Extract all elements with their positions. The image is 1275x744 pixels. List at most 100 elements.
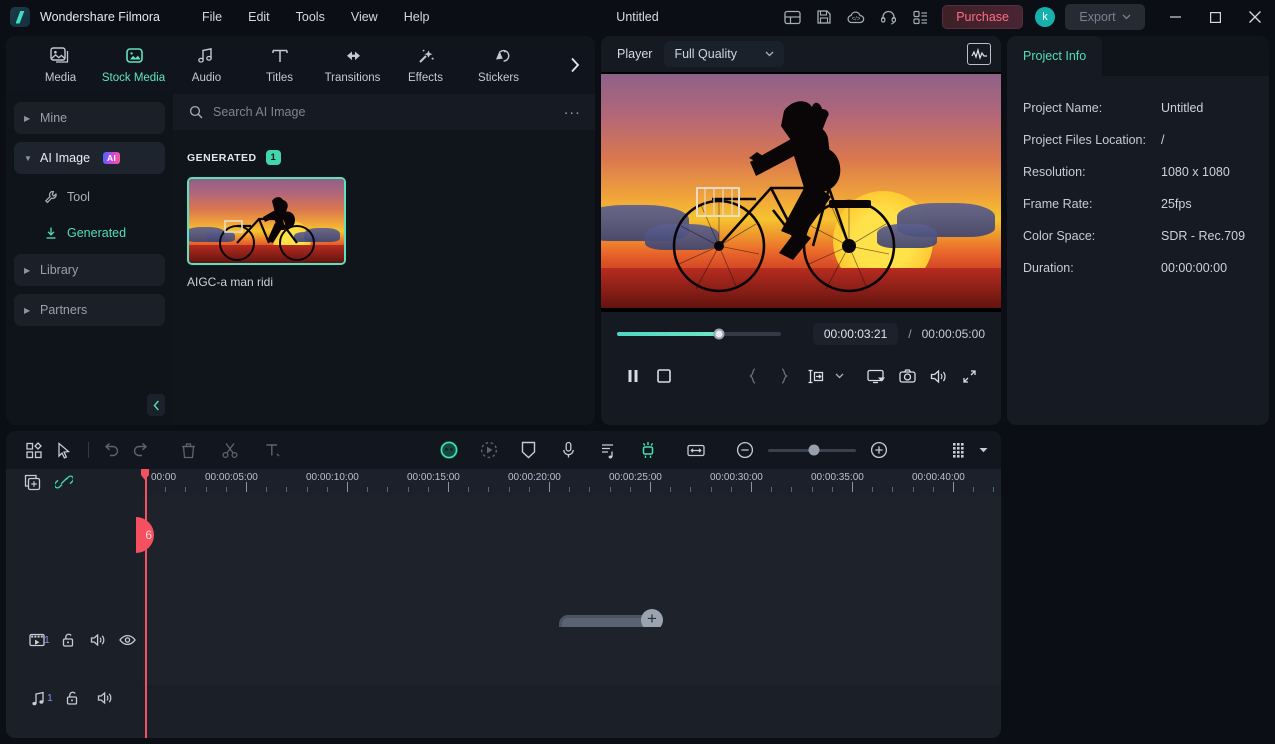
tab-media[interactable]: Media	[24, 46, 97, 84]
split-button[interactable]	[800, 360, 831, 392]
menu-help[interactable]: Help	[392, 6, 442, 28]
asset-thumbnail[interactable]	[187, 177, 346, 265]
maximize-button[interactable]	[1195, 0, 1235, 34]
undo-icon	[102, 442, 120, 458]
shield-mask-icon	[521, 441, 536, 459]
screen-mode-button[interactable]	[860, 360, 891, 392]
video-track-lane[interactable]	[143, 627, 1001, 685]
apps-grid-icon[interactable]	[904, 0, 936, 34]
text-button[interactable]	[258, 435, 288, 465]
track-options-button[interactable]	[945, 435, 975, 465]
ruler-tick	[731, 487, 732, 492]
sidebar-item-library[interactable]: ▶ Library	[14, 254, 165, 286]
delete-button[interactable]	[174, 435, 204, 465]
track-options-caret[interactable]	[975, 435, 991, 465]
tab-project-info[interactable]: Project Info	[1007, 36, 1102, 76]
sidebar-item-mine[interactable]: ▶ Mine	[14, 102, 165, 134]
tab-effects[interactable]: Effects	[389, 46, 462, 84]
avatar[interactable]: k	[1035, 7, 1055, 27]
search-input[interactable]	[213, 105, 554, 119]
chevron-right-icon[interactable]	[565, 51, 585, 79]
split-dropdown[interactable]	[831, 360, 849, 392]
export-button[interactable]: Export	[1065, 4, 1145, 30]
chevron-left-icon	[153, 400, 160, 411]
sidebar-item-tool[interactable]: Tool	[14, 182, 165, 212]
zoom-in-button[interactable]	[864, 435, 894, 465]
layout-presets-button[interactable]	[20, 435, 50, 465]
mute-speaker-icon[interactable]	[83, 627, 113, 653]
audio-track-lane[interactable]	[143, 685, 1001, 724]
link-clips-button[interactable]	[55, 474, 73, 490]
ruler-tick	[448, 482, 449, 492]
sidebar-item-generated[interactable]: Generated	[14, 218, 165, 248]
preview-stage[interactable]	[601, 72, 1001, 312]
pause-button[interactable]	[617, 360, 648, 392]
tab-stickers[interactable]: Stickers	[462, 46, 535, 84]
ruler-tick	[933, 487, 934, 492]
stop-button[interactable]	[648, 360, 679, 392]
eye-visibility-icon[interactable]	[113, 627, 143, 653]
sidebar-item-ai-image[interactable]: ▼ AI Image AI	[14, 142, 165, 174]
record-voiceover-button[interactable]	[553, 435, 583, 465]
download-generated-icon	[44, 226, 58, 240]
undo-button[interactable]	[97, 435, 127, 465]
timeline-empty-lane[interactable]: + Drag and drop media and effects here t…	[143, 495, 1001, 627]
purchase-button[interactable]: Purchase	[942, 5, 1023, 29]
fullscreen-button[interactable]	[954, 360, 985, 392]
cloud-upload-icon[interactable]: </>	[840, 0, 872, 34]
volume-button[interactable]	[923, 360, 954, 392]
ruler-tick	[852, 482, 853, 492]
mark-in-button[interactable]	[738, 360, 769, 392]
tab-audio[interactable]: Audio	[170, 46, 243, 84]
media-panel: Media Stock Media Audio Titles Transitio…	[6, 36, 595, 425]
fit-timeline-button[interactable]	[681, 435, 711, 465]
add-track-button[interactable]	[24, 474, 41, 491]
tab-transitions[interactable]: Transitions	[316, 46, 389, 84]
mute-speaker-icon[interactable]	[89, 685, 122, 711]
audio-detach-button[interactable]	[593, 435, 623, 465]
menu-file[interactable]: File	[190, 6, 234, 28]
tab-titles[interactable]: Titles	[243, 46, 316, 84]
split-button[interactable]	[216, 435, 246, 465]
tab-stock-media[interactable]: Stock Media	[97, 46, 170, 84]
mask-button[interactable]	[514, 435, 544, 465]
lock-icon[interactable]	[53, 627, 83, 653]
seek-handle[interactable]	[713, 329, 724, 340]
layout-icon[interactable]	[776, 0, 808, 34]
lock-icon[interactable]	[56, 685, 89, 711]
snapshot-button[interactable]	[892, 360, 923, 392]
camera-icon	[899, 369, 916, 383]
auto-highlight-button[interactable]	[633, 435, 663, 465]
zoom-out-button[interactable]	[731, 435, 761, 465]
collapse-sidebar-button[interactable]	[147, 394, 165, 416]
headset-support-icon[interactable]	[872, 0, 904, 34]
save-icon[interactable]	[808, 0, 840, 34]
plus-circle-icon	[870, 441, 888, 459]
timeline-tracks-area[interactable]: 00:00 00:00:05:00 00:00:10:00 00:00:15:0…	[143, 469, 1001, 738]
menu-tools[interactable]: Tools	[284, 6, 337, 28]
menu-edit[interactable]: Edit	[236, 6, 282, 28]
select-tool-button[interactable]	[50, 435, 80, 465]
minimize-button[interactable]	[1155, 0, 1195, 34]
redo-button[interactable]	[126, 435, 156, 465]
timeline-ruler[interactable]: 00:00 00:00:05:00 00:00:10:00 00:00:15:0…	[143, 469, 1001, 495]
sidebar-item-partners[interactable]: ▶ Partners	[14, 294, 165, 326]
current-time[interactable]: 00:00:03:21	[813, 323, 898, 345]
motion-tracking-button[interactable]	[474, 435, 504, 465]
waveform-monitor-icon[interactable]	[967, 43, 991, 65]
ruler-tick	[488, 487, 489, 492]
seek-bar[interactable]	[617, 332, 781, 336]
menu-view[interactable]: View	[339, 6, 390, 28]
ai-smart-button[interactable]	[434, 435, 464, 465]
player-transport: 00:00:03:21 / 00:00:05:00	[601, 312, 1001, 396]
microphone-icon	[561, 441, 576, 459]
zoom-slider-handle[interactable]	[808, 445, 819, 456]
quality-select[interactable]: Full Quality	[664, 41, 784, 67]
close-button[interactable]	[1235, 0, 1275, 34]
mark-out-button[interactable]	[769, 360, 800, 392]
playhead[interactable]: 6	[145, 469, 147, 738]
seek-fill	[617, 332, 719, 336]
more-options-icon[interactable]: ...	[564, 101, 581, 123]
zoom-slider[interactable]	[768, 449, 855, 452]
ruler-label: 00:00:35:00	[811, 472, 864, 483]
